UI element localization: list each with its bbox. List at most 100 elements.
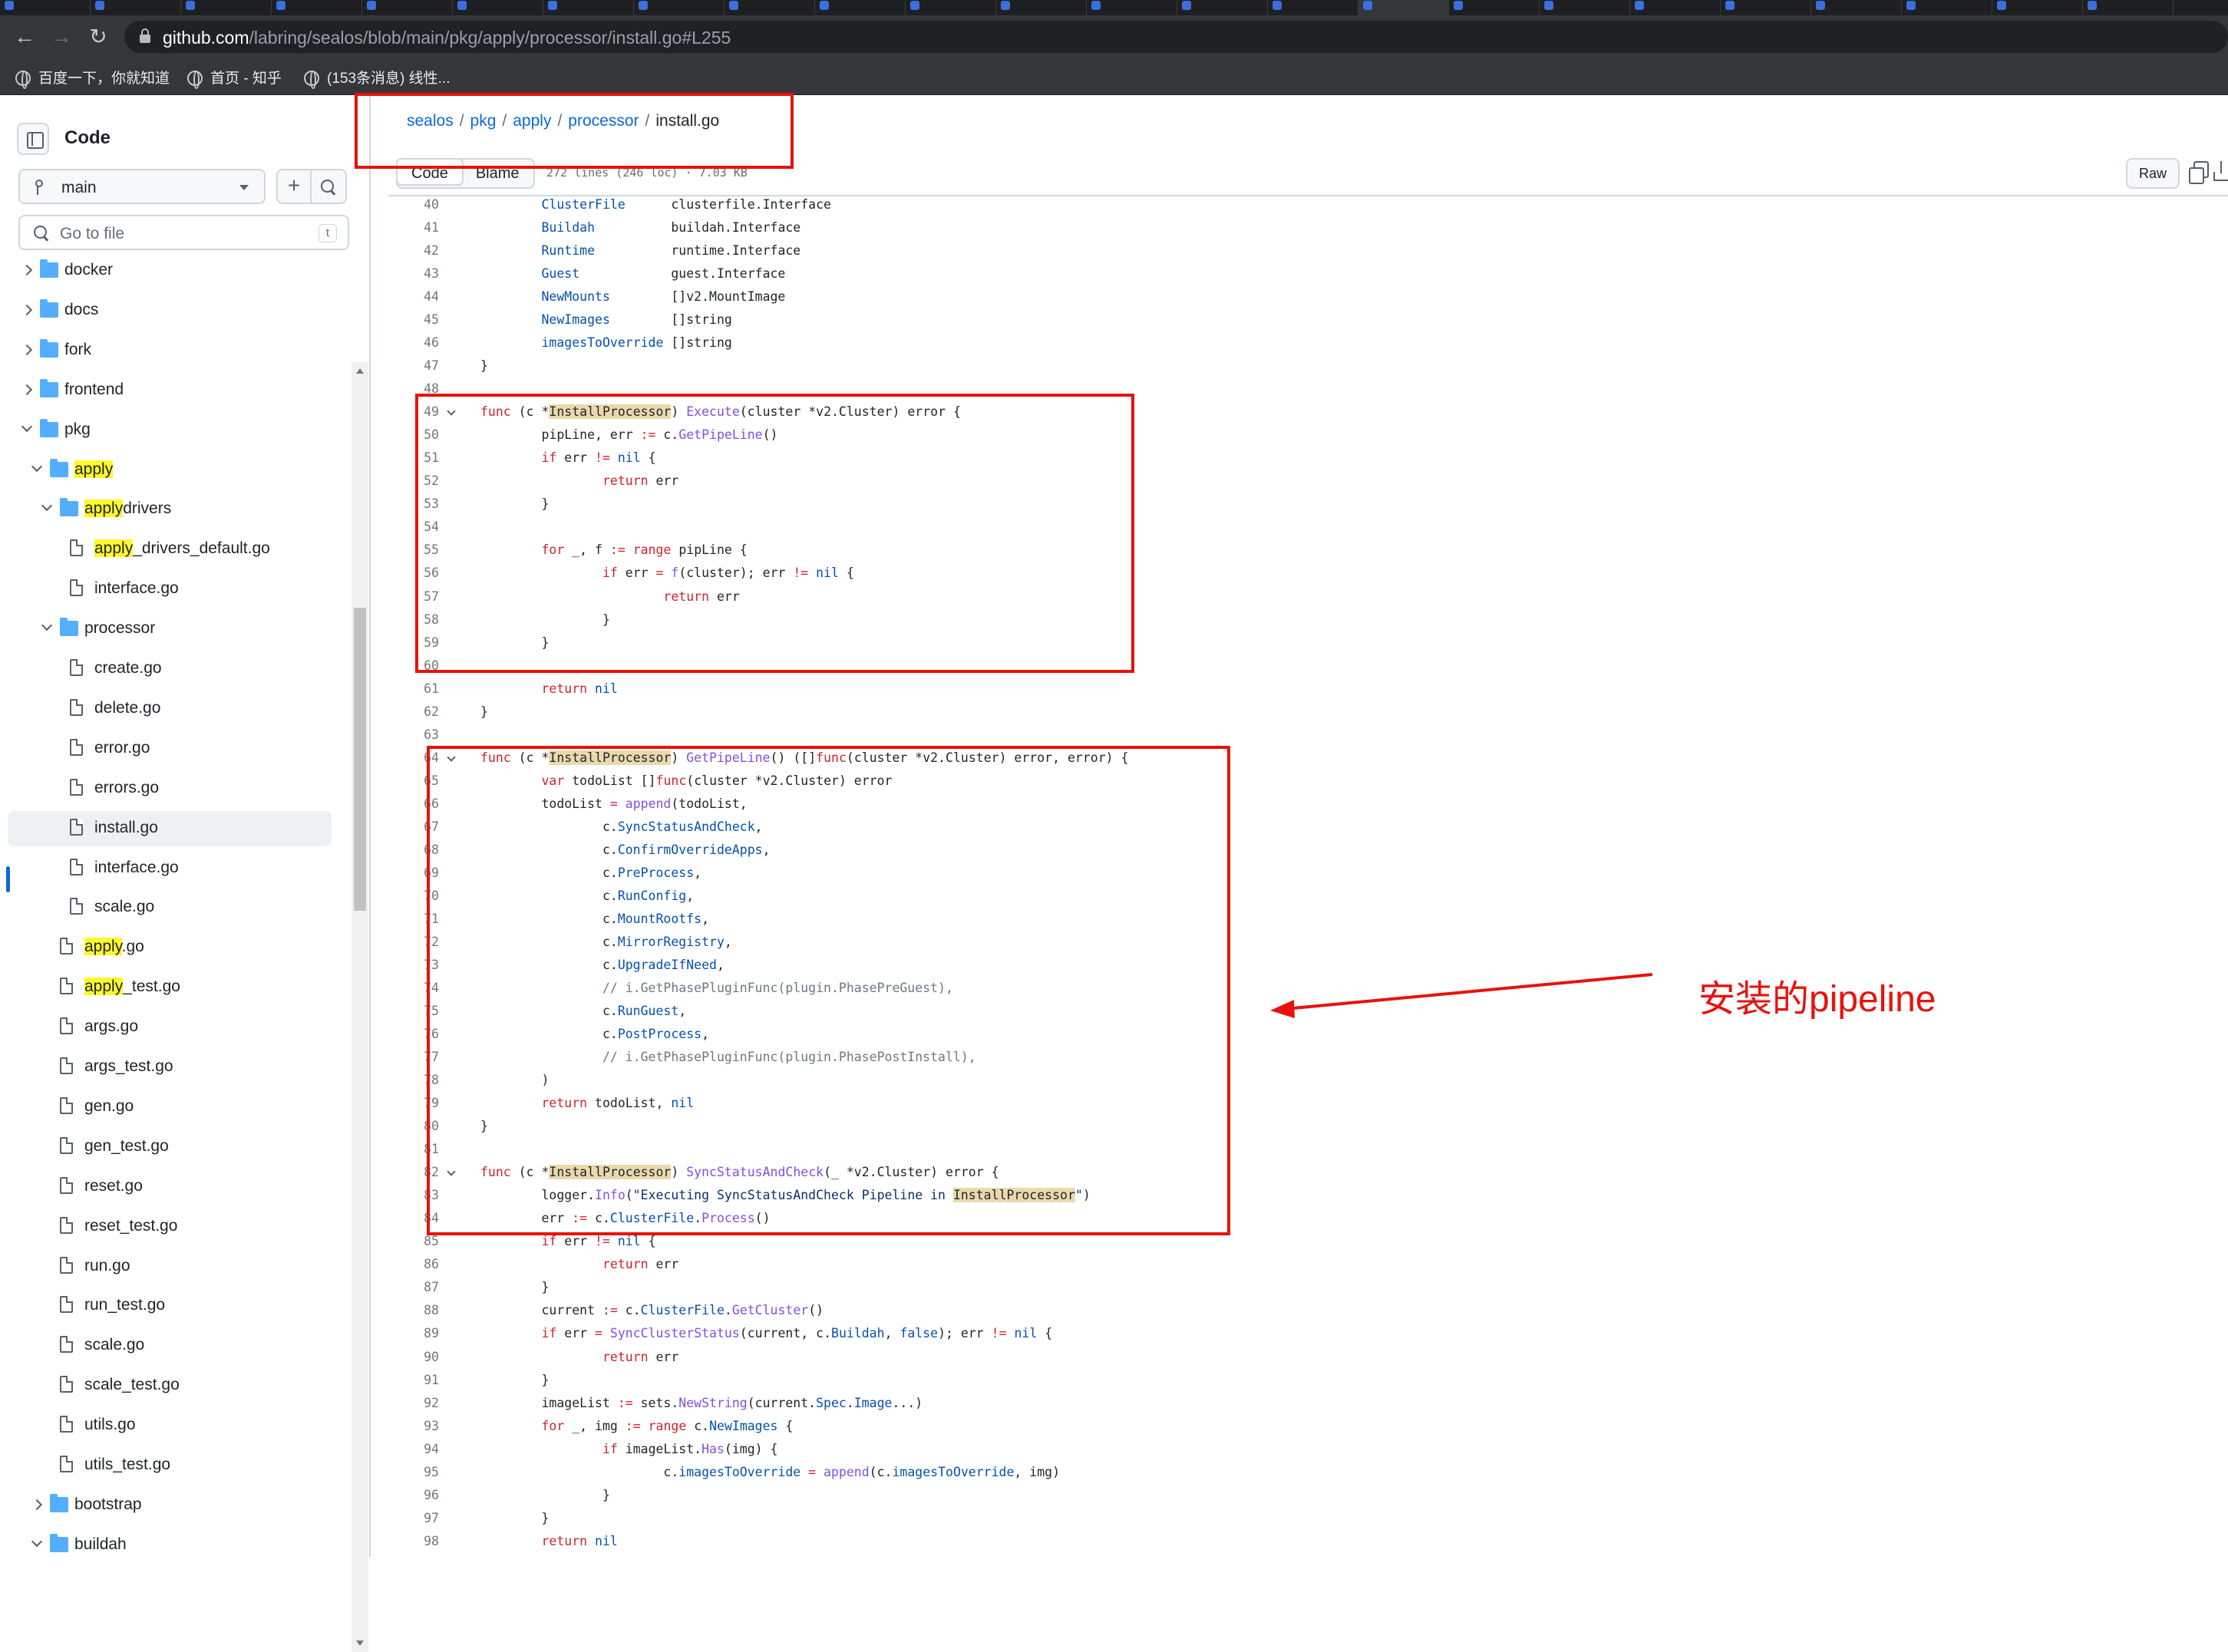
bookmark-baidu[interactable]: 百度一下，你就知道 — [15, 67, 170, 89]
chevron-right-icon[interactable] — [31, 1499, 43, 1510]
tree-file-item[interactable]: apply_drivers_default.go — [8, 532, 332, 567]
tree-file-item[interactable]: apply.go — [8, 930, 332, 965]
chevron-right-icon[interactable] — [21, 384, 33, 395]
tree-file-item[interactable]: gen.go — [8, 1090, 332, 1125]
line-number[interactable]: 90 — [388, 1346, 439, 1369]
line-number[interactable]: 92 — [388, 1392, 439, 1415]
forward-arrow-icon[interactable]: → — [49, 25, 74, 49]
browser-tab[interactable] — [543, 0, 634, 15]
chevron-down-icon[interactable] — [41, 500, 53, 512]
line-number[interactable]: 43 — [388, 262, 439, 285]
tree-folder-item[interactable]: bootstrap — [8, 1488, 332, 1523]
tree-file-item[interactable]: utils.go — [8, 1408, 332, 1443]
tree-folder-item[interactable]: apply — [8, 453, 332, 488]
browser-tab[interactable] — [1992, 0, 2083, 15]
tree-file-item[interactable]: scale_test.go — [8, 1368, 332, 1403]
browser-tab[interactable] — [1358, 0, 1449, 15]
browser-tab[interactable] — [2083, 0, 2174, 15]
browser-tab[interactable] — [0, 0, 91, 15]
tree-folder-item[interactable]: pkg — [8, 413, 332, 448]
line-number[interactable]: 41 — [388, 216, 439, 239]
tree-file-item[interactable]: scale.go — [8, 890, 332, 925]
line-number[interactable]: 95 — [388, 1461, 439, 1484]
line-number[interactable]: 44 — [388, 285, 439, 308]
browser-tab[interactable] — [1811, 0, 1902, 15]
browser-tab[interactable] — [91, 0, 181, 15]
browser-tab[interactable] — [453, 0, 543, 15]
tree-file-item[interactable]: error.go — [8, 731, 332, 767]
browser-tab[interactable] — [1087, 0, 1177, 15]
go-to-file-input[interactable]: Go to file t — [18, 215, 349, 250]
raw-button[interactable]: Raw — [2126, 158, 2180, 189]
line-number[interactable]: 94 — [388, 1438, 439, 1461]
browser-tab[interactable] — [1177, 0, 1268, 15]
tree-file-item[interactable]: reset.go — [8, 1169, 332, 1205]
browser-tab[interactable] — [362, 0, 453, 15]
search-button[interactable] — [312, 169, 347, 204]
tree-file-item[interactable]: scale.go — [8, 1328, 332, 1363]
bookmark-zhihu[interactable]: 首页 - 知乎 — [187, 67, 282, 89]
scroll-thumb[interactable] — [354, 608, 366, 911]
chevron-down-icon[interactable] — [31, 1535, 43, 1547]
chevron-right-icon[interactable] — [21, 304, 33, 315]
line-number[interactable]: 91 — [388, 1369, 439, 1392]
line-number[interactable]: 88 — [388, 1299, 439, 1322]
line-number[interactable]: 86 — [388, 1253, 439, 1276]
tree-file-item[interactable]: delete.go — [8, 691, 332, 727]
tree-file-item[interactable]: gen_test.go — [8, 1129, 332, 1165]
tree-file-item[interactable]: create.go — [8, 651, 332, 687]
browser-tab[interactable] — [1630, 0, 1721, 15]
line-number[interactable]: 40 — [388, 196, 439, 216]
line-number[interactable]: 98 — [388, 1530, 439, 1553]
line-number[interactable]: 42 — [388, 239, 439, 262]
tree-file-item[interactable]: reset_test.go — [8, 1209, 332, 1245]
line-number[interactable]: 61 — [388, 678, 439, 701]
tree-file-item[interactable]: interface.go — [8, 851, 332, 886]
browser-tab[interactable] — [272, 0, 362, 15]
line-number[interactable]: 45 — [388, 308, 439, 331]
tree-file-item[interactable]: utils_test.go — [8, 1448, 332, 1483]
line-number[interactable]: 96 — [388, 1484, 439, 1507]
browser-tab[interactable] — [181, 0, 272, 15]
browser-tab[interactable] — [1449, 0, 1540, 15]
line-number[interactable]: 63 — [388, 724, 439, 747]
tree-file-item[interactable]: interface.go — [8, 572, 332, 607]
browser-tab[interactable] — [1721, 0, 1811, 15]
browser-tab[interactable] — [634, 0, 725, 15]
chevron-down-icon[interactable] — [31, 460, 43, 472]
browser-tab[interactable] — [815, 0, 906, 15]
scroll-up-icon[interactable] — [356, 368, 364, 374]
browser-tab[interactable] — [906, 0, 996, 15]
bookmark-csdn[interactable]: (153条消息) 线性... — [304, 67, 450, 89]
back-arrow-icon[interactable]: ← — [12, 25, 37, 49]
tree-file-item[interactable]: install.go — [8, 810, 332, 846]
tree-file-item[interactable]: apply_test.go — [8, 970, 332, 1005]
branch-selector[interactable]: main — [18, 169, 266, 204]
tree-folder-item[interactable]: frontend — [8, 373, 332, 408]
browser-tab[interactable] — [1902, 0, 1992, 15]
chevron-right-icon[interactable] — [21, 264, 33, 276]
tree-folder-item[interactable]: fork — [8, 333, 332, 368]
line-number[interactable]: 87 — [388, 1276, 439, 1299]
line-number[interactable]: 62 — [388, 701, 439, 724]
tree-folder-item[interactable]: buildah — [8, 1528, 332, 1557]
url-field[interactable]: github.com/labring/sealos/blob/main/pkg/… — [124, 21, 2228, 53]
chevron-right-icon[interactable] — [21, 344, 33, 355]
reload-icon[interactable]: ↻ — [86, 25, 111, 49]
tree-file-item[interactable]: run_test.go — [8, 1288, 332, 1324]
browser-tab[interactable] — [1540, 0, 1630, 15]
tree-folder-item[interactable]: docker — [8, 258, 332, 289]
line-number[interactable]: 89 — [388, 1322, 439, 1345]
chevron-down-icon[interactable] — [21, 420, 33, 432]
download-icon[interactable] — [2210, 161, 2228, 184]
chevron-down-icon[interactable] — [41, 620, 53, 631]
tree-folder-item[interactable]: applydrivers — [8, 492, 332, 527]
line-number[interactable]: 93 — [388, 1415, 439, 1438]
tree-file-item[interactable]: run.go — [8, 1249, 332, 1284]
tree-file-item[interactable]: args_test.go — [8, 1050, 332, 1085]
tree-file-item[interactable]: args.go — [8, 1010, 332, 1045]
browser-tab[interactable] — [996, 0, 1087, 15]
tree-folder-item[interactable]: processor — [8, 612, 332, 647]
lock-icon[interactable] — [140, 28, 150, 44]
scroll-down-icon[interactable] — [356, 1640, 364, 1646]
